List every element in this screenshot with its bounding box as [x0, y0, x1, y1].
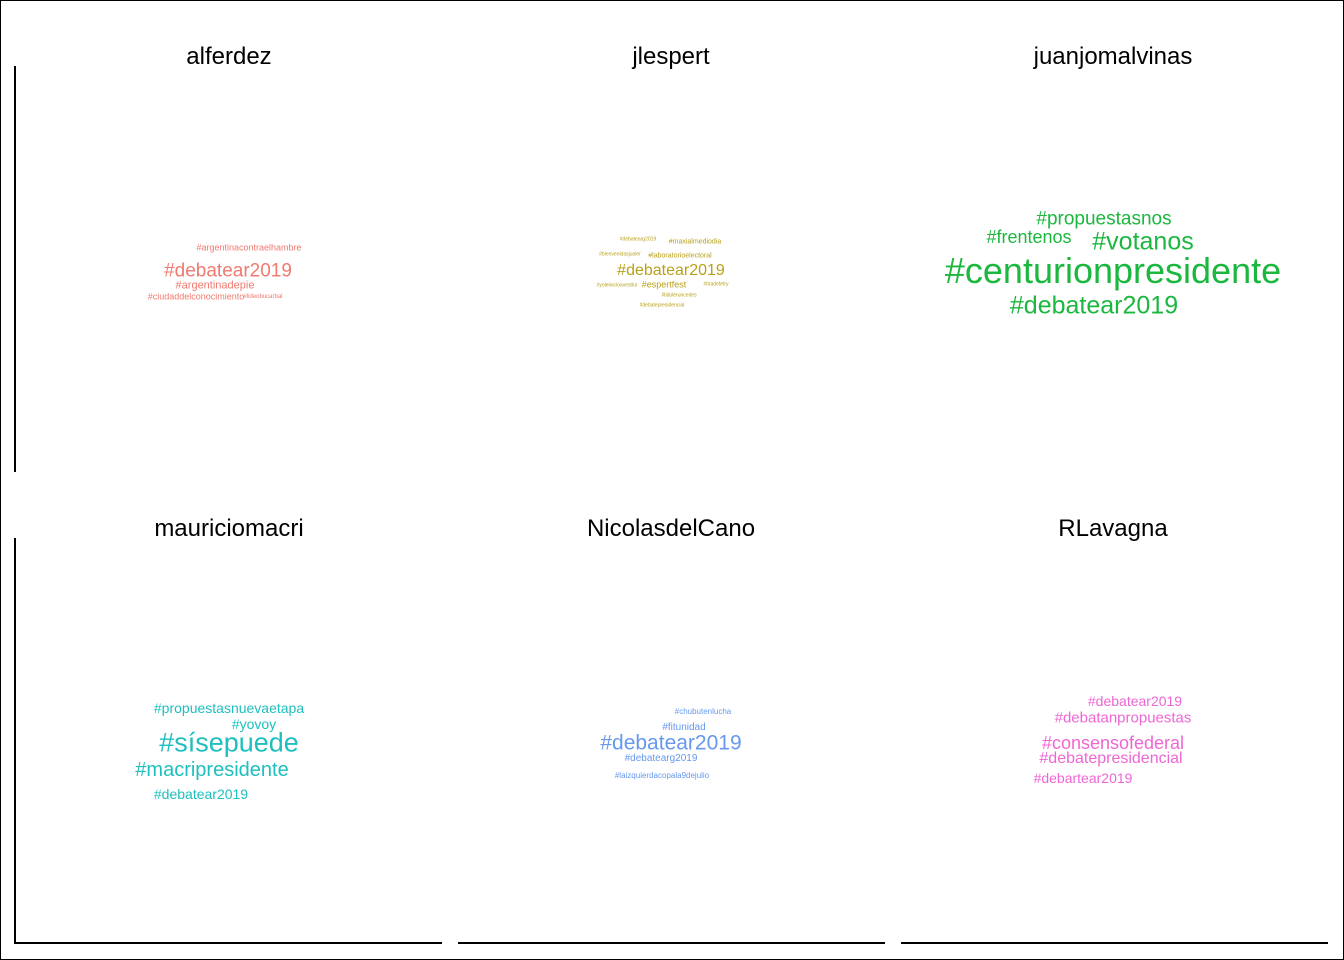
- word-cloud: #argentinacontraelhambre #debatear2019 #…: [9, 15, 449, 485]
- word-cloud: #debatearg2019 #maxialmediodia #bienveni…: [451, 15, 891, 485]
- cloud-word: #debatear2019: [1009, 291, 1179, 320]
- facet-panel-mauriciomacri: mauriciomacri #propuestasnuevaetapa #yov…: [9, 487, 449, 957]
- cloud-word: #debatearg2019: [624, 753, 698, 764]
- cloud-word: #laboratorioelectoral: [648, 252, 712, 260]
- cloud-word: #propuestasnuevaetapa: [153, 700, 305, 716]
- cloud-word: #yoleinicioavestlur: [596, 282, 638, 289]
- cloud-word: #debatear2019: [1087, 693, 1183, 709]
- facet-panel-RLavagna: RLavagna #debatear2019 #debatanpropuesta…: [893, 487, 1333, 957]
- cloud-word: #debatepresidencial: [1039, 750, 1183, 767]
- word-cloud: #chubutenlucha #fitunidad #debatear2019 …: [451, 487, 891, 957]
- cloud-word: #chubutenlucha: [674, 707, 732, 716]
- word-cloud: #debatear2019 #debatanpropuestas #consen…: [893, 487, 1333, 957]
- cloud-word: #macripresidente: [135, 759, 289, 781]
- cloud-word: #argentinadepie: [175, 279, 255, 292]
- cloud-word: #debartear2019: [1033, 770, 1133, 786]
- cloud-word: #ciudaddelconocimiento: [147, 291, 245, 302]
- cloud-word: #tiradefetry: [703, 281, 729, 288]
- x-axis-line: [901, 942, 1328, 944]
- cloud-word: #frentenos: [986, 227, 1072, 247]
- facet-panel-jlespert: jlespert #debatearg2019 #maxialmediodia …: [451, 15, 891, 485]
- cloud-word: #debatepresidencial: [639, 302, 685, 309]
- cloud-word: #debatearg2019: [619, 236, 657, 243]
- word-cloud: #propuestasnuevaetapa #yovoy #sísepuede …: [9, 487, 449, 957]
- cloud-word: #laizquierdacopala9dejulio: [614, 771, 710, 780]
- cloud-word: #maxialmediodia: [668, 238, 722, 246]
- cloud-word: #debatear2019: [600, 731, 742, 755]
- cloud-word: #debatear2019: [164, 260, 292, 282]
- word-cloud: #propuestasnos #frentenos #votanos #cent…: [893, 15, 1333, 485]
- facet-panel-NicolasdelCano: NicolasdelCano #chubutenlucha #fitunidad…: [451, 487, 891, 957]
- cloud-word: #argentinacontraelhambre: [196, 242, 302, 253]
- facet-panel-juanjomalvinas: juanjomalvinas #propuestasnos #frentenos…: [893, 15, 1333, 485]
- cloud-word: #debatear2019: [617, 262, 725, 279]
- cloud-word: #centurionpresidente: [944, 250, 1282, 291]
- cloud-word: #lideobucarbal: [243, 294, 283, 300]
- cloud-word: #tiduleruncedes: [661, 292, 697, 299]
- cloud-word: #sísepuede: [159, 727, 299, 758]
- y-axis-line: [14, 538, 16, 944]
- cloud-word: #debatear2019: [153, 786, 249, 802]
- cloud-word: #espertfest: [641, 279, 687, 290]
- x-axis-line: [15, 942, 442, 944]
- cloud-word: #bienvenidasjuoler: [599, 251, 641, 258]
- cloud-word: #debatanpropuestas: [1054, 709, 1192, 727]
- facet-panel-alferdez: alferdez #argentinacontraelhambre #debat…: [9, 15, 449, 485]
- x-axis-line: [458, 942, 885, 944]
- cloud-word: #propuestasnos: [1036, 208, 1172, 230]
- y-axis-line: [14, 66, 16, 472]
